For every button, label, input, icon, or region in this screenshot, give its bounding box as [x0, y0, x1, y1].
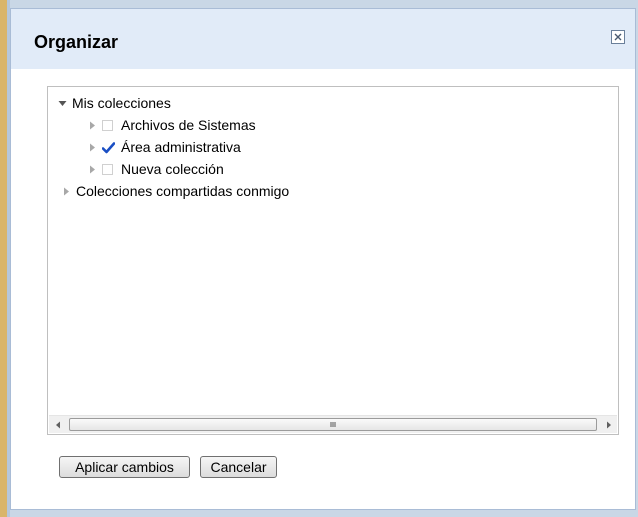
- tree-item-mis-colecciones[interactable]: Mis colecciones: [58, 92, 171, 114]
- tree-item-colecciones-compartidas[interactable]: Colecciones compartidas conmigo: [62, 180, 289, 202]
- checkbox-nueva-coleccion[interactable]: [102, 163, 113, 175]
- cancel-button[interactable]: Cancelar: [200, 456, 277, 478]
- collapsed-triangle-icon[interactable]: [88, 143, 97, 152]
- apply-changes-button[interactable]: Aplicar cambios: [59, 456, 190, 478]
- scrollbar-thumb[interactable]: [69, 418, 597, 431]
- horizontal-scrollbar[interactable]: [49, 415, 617, 433]
- close-button[interactable]: [611, 30, 625, 44]
- collapsed-triangle-icon[interactable]: [62, 187, 71, 196]
- tree-item-label: Colecciones compartidas conmigo: [76, 183, 290, 199]
- scroll-right-arrow-icon[interactable]: [600, 416, 617, 433]
- tree-item-label: Área administrativa: [121, 139, 241, 155]
- expanded-triangle-icon[interactable]: [58, 99, 67, 108]
- checkmark-icon: [102, 141, 115, 153]
- tree-item-label: Archivos de Sistemas: [121, 117, 256, 133]
- collapsed-triangle-icon[interactable]: [88, 121, 97, 130]
- tree-item-nueva-coleccion[interactable]: Nueva colección: [88, 158, 224, 180]
- tree-item-area-administrativa[interactable]: Área administrativa: [88, 136, 241, 158]
- scroll-left-arrow-icon[interactable]: [49, 416, 66, 433]
- tree-item-archivos-de-sistemas[interactable]: Archivos de Sistemas: [88, 114, 256, 136]
- organize-dialog: Organizar Mis colecciones Archivos de Si…: [10, 8, 636, 510]
- checkbox-area-administrativa[interactable]: [102, 141, 115, 153]
- tree-item-label: Nueva colección: [121, 161, 224, 177]
- collection-tree: Mis colecciones Archivos de Sistemas Áre…: [47, 86, 619, 435]
- tree-item-label: Mis colecciones: [72, 95, 171, 111]
- dialog-titlebar: Organizar: [11, 9, 635, 69]
- dialog-title: Organizar: [34, 32, 119, 52]
- close-icon: [614, 33, 622, 41]
- checkbox-archivos-de-sistemas[interactable]: [102, 119, 113, 131]
- collapsed-triangle-icon[interactable]: [88, 165, 97, 174]
- grip-icon: [330, 422, 336, 427]
